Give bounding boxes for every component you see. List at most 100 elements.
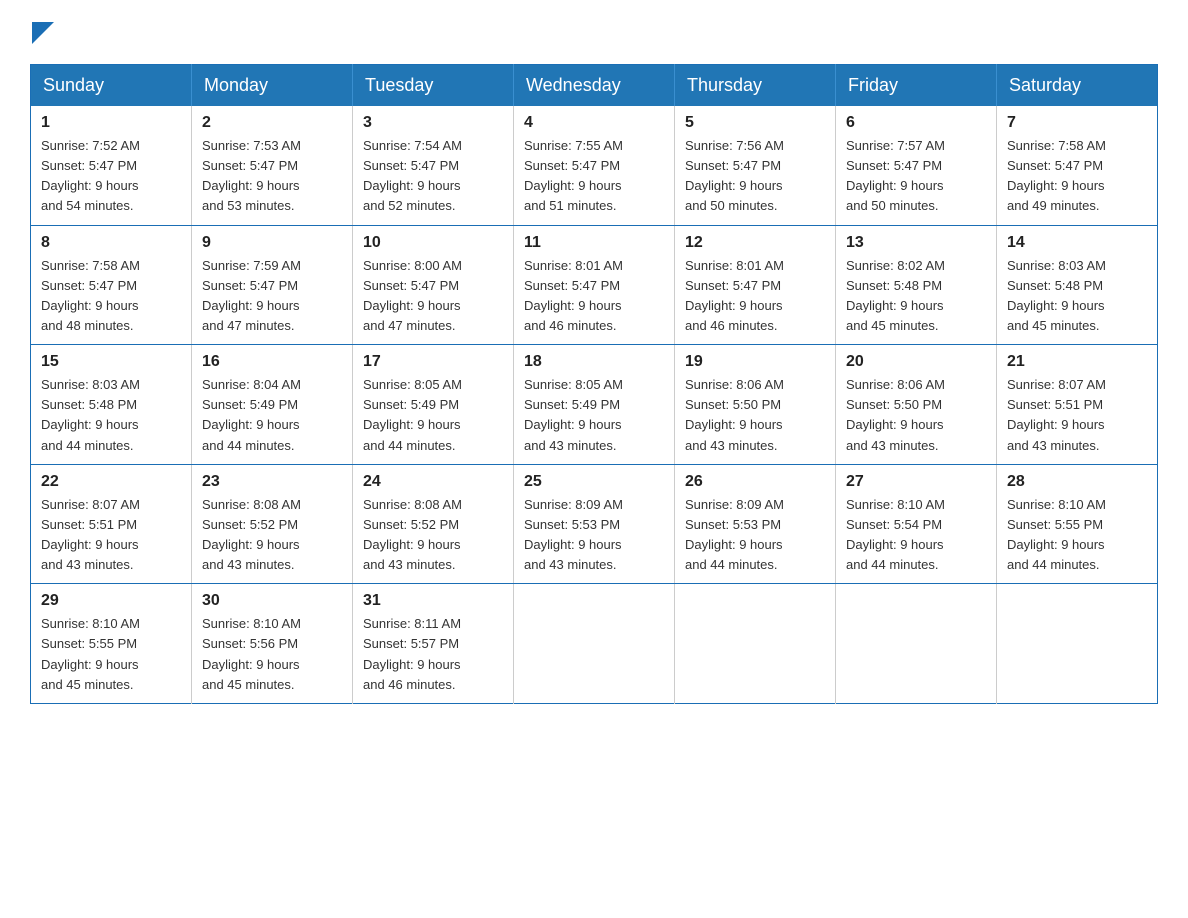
day-number: 15 — [41, 353, 181, 371]
day-info: Sunrise: 7:56 AMSunset: 5:47 PMDaylight:… — [685, 138, 784, 213]
day-info: Sunrise: 7:54 AMSunset: 5:47 PMDaylight:… — [363, 138, 462, 213]
calendar-cell: 11 Sunrise: 8:01 AMSunset: 5:47 PMDaylig… — [514, 225, 675, 345]
calendar-cell: 8 Sunrise: 7:58 AMSunset: 5:47 PMDayligh… — [31, 225, 192, 345]
day-info: Sunrise: 8:10 AMSunset: 5:55 PMDaylight:… — [1007, 497, 1106, 572]
day-info: Sunrise: 8:10 AMSunset: 5:55 PMDaylight:… — [41, 616, 140, 691]
day-number: 21 — [1007, 353, 1147, 371]
day-info: Sunrise: 8:08 AMSunset: 5:52 PMDaylight:… — [363, 497, 462, 572]
day-header-friday: Friday — [836, 65, 997, 107]
calendar-cell: 27 Sunrise: 8:10 AMSunset: 5:54 PMDaylig… — [836, 464, 997, 584]
day-info: Sunrise: 8:09 AMSunset: 5:53 PMDaylight:… — [524, 497, 623, 572]
day-number: 4 — [524, 114, 664, 132]
day-info: Sunrise: 7:57 AMSunset: 5:47 PMDaylight:… — [846, 138, 945, 213]
day-info: Sunrise: 8:11 AMSunset: 5:57 PMDaylight:… — [363, 616, 461, 691]
calendar-table: SundayMondayTuesdayWednesdayThursdayFrid… — [30, 64, 1158, 704]
calendar-cell — [514, 584, 675, 704]
day-number: 30 — [202, 592, 342, 610]
day-number: 17 — [363, 353, 503, 371]
day-number: 14 — [1007, 234, 1147, 252]
day-info: Sunrise: 8:06 AMSunset: 5:50 PMDaylight:… — [685, 377, 784, 452]
calendar-cell: 13 Sunrise: 8:02 AMSunset: 5:48 PMDaylig… — [836, 225, 997, 345]
day-number: 31 — [363, 592, 503, 610]
day-info: Sunrise: 8:05 AMSunset: 5:49 PMDaylight:… — [363, 377, 462, 452]
calendar-week-row: 22 Sunrise: 8:07 AMSunset: 5:51 PMDaylig… — [31, 464, 1158, 584]
day-number: 6 — [846, 114, 986, 132]
logo-arrow-icon — [32, 22, 54, 44]
day-info: Sunrise: 8:00 AMSunset: 5:47 PMDaylight:… — [363, 258, 462, 333]
day-info: Sunrise: 8:02 AMSunset: 5:48 PMDaylight:… — [846, 258, 945, 333]
calendar-cell: 10 Sunrise: 8:00 AMSunset: 5:47 PMDaylig… — [353, 225, 514, 345]
calendar-cell: 25 Sunrise: 8:09 AMSunset: 5:53 PMDaylig… — [514, 464, 675, 584]
calendar-cell: 19 Sunrise: 8:06 AMSunset: 5:50 PMDaylig… — [675, 345, 836, 465]
day-header-thursday: Thursday — [675, 65, 836, 107]
day-info: Sunrise: 7:58 AMSunset: 5:47 PMDaylight:… — [41, 258, 140, 333]
day-number: 11 — [524, 234, 664, 252]
calendar-cell: 20 Sunrise: 8:06 AMSunset: 5:50 PMDaylig… — [836, 345, 997, 465]
calendar-cell: 26 Sunrise: 8:09 AMSunset: 5:53 PMDaylig… — [675, 464, 836, 584]
day-info: Sunrise: 7:59 AMSunset: 5:47 PMDaylight:… — [202, 258, 301, 333]
day-number: 1 — [41, 114, 181, 132]
day-number: 25 — [524, 473, 664, 491]
day-info: Sunrise: 7:52 AMSunset: 5:47 PMDaylight:… — [41, 138, 140, 213]
calendar-cell: 31 Sunrise: 8:11 AMSunset: 5:57 PMDaylig… — [353, 584, 514, 704]
day-info: Sunrise: 8:08 AMSunset: 5:52 PMDaylight:… — [202, 497, 301, 572]
day-header-wednesday: Wednesday — [514, 65, 675, 107]
calendar-cell: 5 Sunrise: 7:56 AMSunset: 5:47 PMDayligh… — [675, 106, 836, 225]
calendar-cell: 9 Sunrise: 7:59 AMSunset: 5:47 PMDayligh… — [192, 225, 353, 345]
day-number: 8 — [41, 234, 181, 252]
day-number: 26 — [685, 473, 825, 491]
day-info: Sunrise: 8:10 AMSunset: 5:56 PMDaylight:… — [202, 616, 301, 691]
calendar-cell: 17 Sunrise: 8:05 AMSunset: 5:49 PMDaylig… — [353, 345, 514, 465]
day-header-tuesday: Tuesday — [353, 65, 514, 107]
calendar-cell: 12 Sunrise: 8:01 AMSunset: 5:47 PMDaylig… — [675, 225, 836, 345]
calendar-cell: 1 Sunrise: 7:52 AMSunset: 5:47 PMDayligh… — [31, 106, 192, 225]
day-info: Sunrise: 8:01 AMSunset: 5:47 PMDaylight:… — [685, 258, 784, 333]
calendar-cell: 7 Sunrise: 7:58 AMSunset: 5:47 PMDayligh… — [997, 106, 1158, 225]
calendar-cell: 6 Sunrise: 7:57 AMSunset: 5:47 PMDayligh… — [836, 106, 997, 225]
day-header-saturday: Saturday — [997, 65, 1158, 107]
calendar-week-row: 15 Sunrise: 8:03 AMSunset: 5:48 PMDaylig… — [31, 345, 1158, 465]
day-number: 13 — [846, 234, 986, 252]
day-number: 23 — [202, 473, 342, 491]
logo — [30, 20, 54, 44]
day-info: Sunrise: 8:03 AMSunset: 5:48 PMDaylight:… — [41, 377, 140, 452]
calendar-cell — [836, 584, 997, 704]
day-header-monday: Monday — [192, 65, 353, 107]
calendar-cell — [997, 584, 1158, 704]
calendar-week-row: 29 Sunrise: 8:10 AMSunset: 5:55 PMDaylig… — [31, 584, 1158, 704]
day-number: 7 — [1007, 114, 1147, 132]
day-info: Sunrise: 8:05 AMSunset: 5:49 PMDaylight:… — [524, 377, 623, 452]
day-header-sunday: Sunday — [31, 65, 192, 107]
calendar-cell: 14 Sunrise: 8:03 AMSunset: 5:48 PMDaylig… — [997, 225, 1158, 345]
day-number: 28 — [1007, 473, 1147, 491]
calendar-cell: 3 Sunrise: 7:54 AMSunset: 5:47 PMDayligh… — [353, 106, 514, 225]
day-info: Sunrise: 8:09 AMSunset: 5:53 PMDaylight:… — [685, 497, 784, 572]
day-number: 3 — [363, 114, 503, 132]
day-info: Sunrise: 7:53 AMSunset: 5:47 PMDaylight:… — [202, 138, 301, 213]
calendar-header-row: SundayMondayTuesdayWednesdayThursdayFrid… — [31, 65, 1158, 107]
day-number: 5 — [685, 114, 825, 132]
day-info: Sunrise: 8:01 AMSunset: 5:47 PMDaylight:… — [524, 258, 623, 333]
day-number: 16 — [202, 353, 342, 371]
day-number: 18 — [524, 353, 664, 371]
day-number: 27 — [846, 473, 986, 491]
day-info: Sunrise: 8:07 AMSunset: 5:51 PMDaylight:… — [41, 497, 140, 572]
day-info: Sunrise: 7:58 AMSunset: 5:47 PMDaylight:… — [1007, 138, 1106, 213]
day-number: 10 — [363, 234, 503, 252]
day-number: 20 — [846, 353, 986, 371]
day-number: 12 — [685, 234, 825, 252]
calendar-cell: 28 Sunrise: 8:10 AMSunset: 5:55 PMDaylig… — [997, 464, 1158, 584]
calendar-cell: 23 Sunrise: 8:08 AMSunset: 5:52 PMDaylig… — [192, 464, 353, 584]
day-number: 2 — [202, 114, 342, 132]
calendar-week-row: 8 Sunrise: 7:58 AMSunset: 5:47 PMDayligh… — [31, 225, 1158, 345]
calendar-cell: 22 Sunrise: 8:07 AMSunset: 5:51 PMDaylig… — [31, 464, 192, 584]
calendar-cell: 16 Sunrise: 8:04 AMSunset: 5:49 PMDaylig… — [192, 345, 353, 465]
calendar-cell: 29 Sunrise: 8:10 AMSunset: 5:55 PMDaylig… — [31, 584, 192, 704]
calendar-cell — [675, 584, 836, 704]
day-info: Sunrise: 8:06 AMSunset: 5:50 PMDaylight:… — [846, 377, 945, 452]
day-number: 19 — [685, 353, 825, 371]
calendar-cell: 4 Sunrise: 7:55 AMSunset: 5:47 PMDayligh… — [514, 106, 675, 225]
day-info: Sunrise: 8:07 AMSunset: 5:51 PMDaylight:… — [1007, 377, 1106, 452]
day-number: 9 — [202, 234, 342, 252]
calendar-cell: 2 Sunrise: 7:53 AMSunset: 5:47 PMDayligh… — [192, 106, 353, 225]
